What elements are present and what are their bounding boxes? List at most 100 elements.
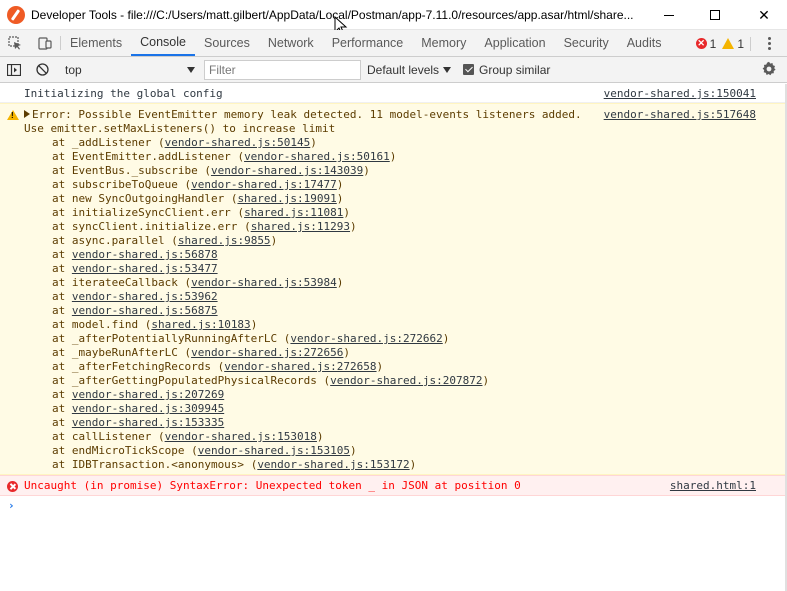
stack-frame-link[interactable]: vendor-shared.js:56878 [72,248,218,261]
stack-frame-function: at IDBTransaction.<anonymous> [52,458,251,471]
stack-frame-function: at subscribeToQueue [52,178,185,191]
stack-frame: at syncClient.initialize.err (shared.js:… [24,220,757,234]
paren: ) [409,458,417,471]
paren: ) [442,332,450,345]
stack-frame-function: at [52,388,72,401]
stack-frame-link[interactable]: vendor-shared.js:207269 [72,388,224,401]
inspect-element-button[interactable] [0,30,30,56]
warning-count: 1 [737,36,744,51]
console-message-info: Initializing the global config vendor-sh… [0,84,787,103]
maximize-icon [710,10,720,20]
source-link[interactable]: vendor-shared.js:150041 [604,84,756,103]
paren: ) [336,276,344,289]
stack-trace: at _addListener (vendor-shared.js:50145)… [24,136,757,472]
stack-frame-link[interactable]: vendor-shared.js:53477 [72,262,218,275]
stack-frame: at callListener (vendor-shared.js:153018… [24,430,757,444]
console-settings-button[interactable] [761,61,777,80]
stack-frame-link[interactable]: vendor-shared.js:56875 [72,304,218,317]
minimize-button[interactable] [646,0,692,30]
stack-frame-function: at model.find [52,318,145,331]
stack-frame-link[interactable]: vendor-shared.js:50161 [244,150,390,163]
stack-frame-link[interactable]: vendor-shared.js:207872 [330,374,482,387]
expand-triangle-icon[interactable] [24,110,30,118]
tab-elements[interactable]: Elements [61,30,131,56]
tab-sources[interactable]: Sources [195,30,259,56]
tab-audits[interactable]: Audits [618,30,671,56]
issue-counters[interactable]: ✕ 1 1 [695,30,787,57]
stack-frame-function: at EventEmitter.addListener [52,150,238,163]
stack-frame-function: at [52,262,72,275]
stack-frame: at _afterPotentiallyRunningAfterLC (vend… [24,332,757,346]
stack-frame-link[interactable]: shared.js:9855 [178,234,271,247]
paren: ( [191,444,198,457]
more-options-icon[interactable] [759,37,779,50]
stack-frame-link[interactable]: vendor-shared.js:50145 [165,136,311,149]
paren: ) [310,136,317,149]
stack-frame-link[interactable]: shared.js:11081 [244,206,343,219]
paren: ( [157,136,165,149]
stack-frame-function: at iterateeCallback [52,276,185,289]
console-output[interactable]: Initializing the global config vendor-sh… [0,84,787,516]
error-count: 1 [709,36,717,51]
stack-frame-link[interactable]: vendor-shared.js:309945 [72,402,224,415]
tab-memory[interactable]: Memory [412,30,475,56]
context-selector[interactable]: top [57,60,199,80]
tab-performance[interactable]: Performance [323,30,413,56]
stack-frame-link[interactable]: vendor-shared.js:17477 [191,178,337,191]
stack-frame-function: at [52,290,72,303]
log-levels-dropdown[interactable]: Default levels [367,63,452,77]
clear-console-button[interactable] [28,57,56,83]
stack-frame-link[interactable]: vendor-shared.js:272656 [191,346,343,359]
stack-frame-link[interactable]: shared.js:19091 [237,192,336,205]
stack-frame: at vendor-shared.js:56875 [24,304,757,318]
stack-frame-link[interactable]: vendor-shared.js:153105 [198,444,350,457]
stack-frame-link[interactable]: shared.js:10183 [151,318,250,331]
paren: ) [250,318,258,331]
stack-frame-link[interactable]: vendor-shared.js:153018 [165,430,317,443]
stack-frame-function: at _maybeRunAfterLC [52,346,185,359]
paren: ) [316,430,324,443]
stack-frame: at vendor-shared.js:53962 [24,290,757,304]
paren: ) [343,346,351,359]
stack-frame-link[interactable]: vendor-shared.js:153335 [72,416,224,429]
maximize-button[interactable] [692,0,738,30]
source-link[interactable]: shared.html:1 [670,476,756,496]
paren: ( [244,220,251,233]
device-toolbar-button[interactable] [30,30,60,56]
paren: ) [350,444,357,457]
warning-count-badge[interactable]: 1 [722,37,744,51]
stack-frame-function: at [52,248,72,261]
stack-frame-link[interactable]: vendor-shared.js:53984 [191,276,337,289]
tab-application[interactable]: Application [475,30,554,56]
tab-network[interactable]: Network [259,30,323,56]
chevron-down-icon [187,66,195,73]
error-count-badge[interactable]: ✕ 1 [695,36,717,51]
console-prompt[interactable]: › [0,496,787,516]
stack-frame-link[interactable]: vendor-shared.js:272662 [290,332,442,345]
group-similar-checkbox[interactable] [463,64,475,75]
filter-input[interactable] [204,59,361,80]
source-link[interactable]: vendor-shared.js:517648 [604,108,756,121]
info-text: Initializing the global config [24,87,223,100]
close-button[interactable]: ✕ [741,0,787,30]
stack-frame-link[interactable]: shared.js:11293 [251,220,350,233]
stack-frame: at subscribeToQueue (vendor-shared.js:17… [24,178,757,192]
stack-frame-link[interactable]: vendor-shared.js:53962 [72,290,218,303]
warning-text-line1: Error: Possible EventEmitter memory leak… [32,108,582,121]
stack-frame-function: at callListener [52,430,158,443]
paren: ) [336,178,344,191]
stack-frame-link[interactable]: vendor-shared.js:272658 [224,360,376,373]
paren: ( [171,234,178,247]
stack-frame-function: at _afterPotentiallyRunningAfterLC [52,332,284,345]
context-value: top [65,62,82,77]
stack-frame-function: at new SyncOutgoingHandler [52,192,231,205]
stack-frame-link[interactable]: vendor-shared.js:153172 [257,458,409,471]
toggle-sidebar-button[interactable] [0,57,28,83]
device-toggle-icon [38,37,52,50]
stack-frame: at _afterGettingPopulatedPhysicalRecords… [24,374,757,388]
tab-security[interactable]: Security [555,30,618,56]
stack-frame: at vendor-shared.js:153335 [24,416,757,430]
stack-frame-link[interactable]: vendor-shared.js:143039 [211,164,363,177]
tab-console[interactable]: Console [131,30,195,56]
stack-frame-function: at _afterGettingPopulatedPhysicalRecords [52,374,324,387]
